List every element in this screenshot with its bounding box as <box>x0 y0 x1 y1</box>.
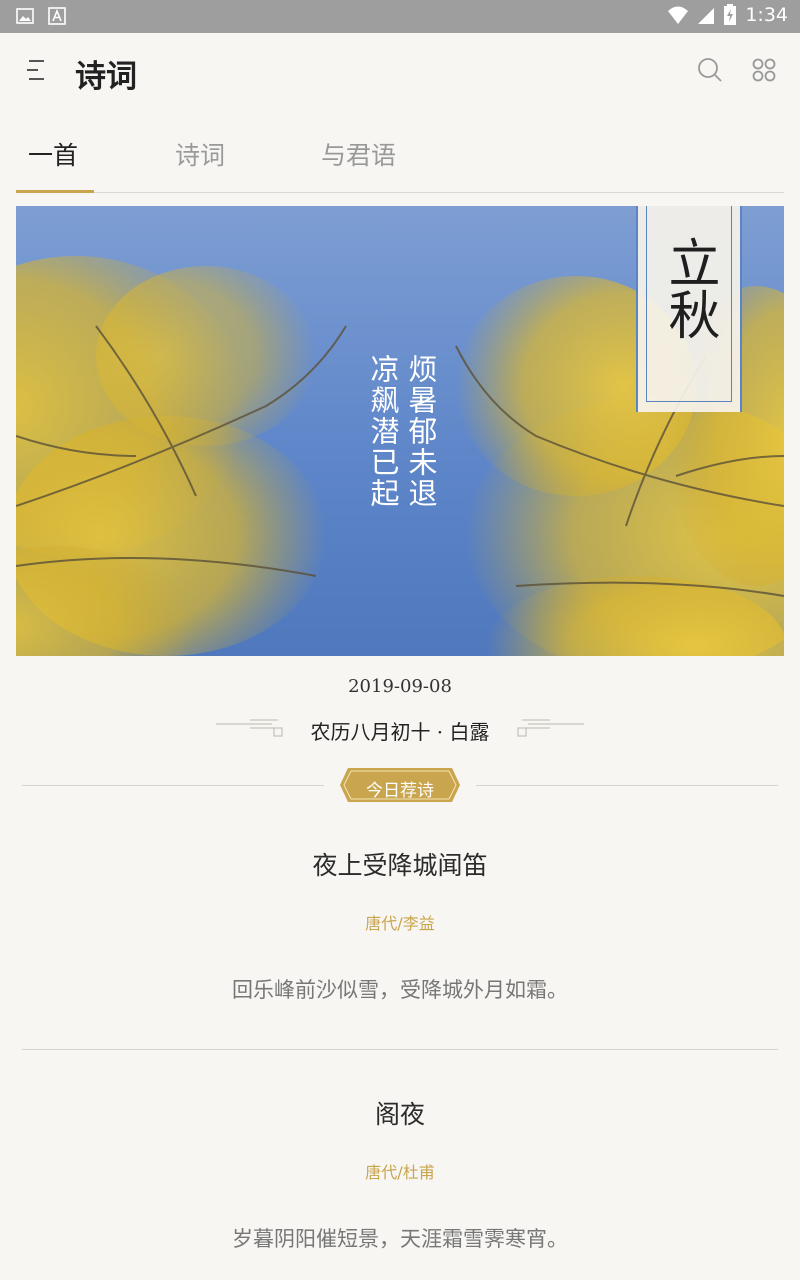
clock-time: 1:34 <box>745 4 788 26</box>
menu-icon[interactable] <box>24 57 50 83</box>
banner-poem-line-1: 烦暑郁未退 <box>404 354 438 509</box>
command-icon[interactable] <box>750 56 778 84</box>
status-bar: 1:34 <box>0 0 800 33</box>
ornament-right-icon <box>517 719 584 737</box>
gregorian-date: 2019-09-08 <box>348 676 452 697</box>
solar-term-label: 立秋 <box>659 236 719 340</box>
poem-line: 岁暮阴阳催短景，天涯霜雪霁寒宵。 <box>232 1227 568 1251</box>
recommend-header: 今日荐诗 <box>0 766 800 806</box>
font-icon <box>48 7 66 25</box>
poem-line: 回乐峰前沙似雪，受降城外月如霜。 <box>232 978 568 1002</box>
daily-banner[interactable]: 烦暑郁未退 凉飙潜已起 立秋 <box>16 206 784 656</box>
app-bar: 诗词 <box>0 33 800 109</box>
banner-poem-line-2: 凉飙潜已起 <box>366 354 400 509</box>
tab-yujunyu[interactable]: 与君语 <box>321 136 396 172</box>
poem-title: 阁夜 <box>374 1100 425 1129</box>
poem-author: 唐代/李益 <box>365 914 435 933</box>
page-title: 诗词 <box>75 59 137 95</box>
gallery-icon <box>16 8 34 24</box>
recommend-badge-label: 今日荐诗 <box>366 781 434 801</box>
divider-left <box>22 785 324 786</box>
poem-divider <box>22 1049 778 1050</box>
search-icon[interactable] <box>696 56 724 84</box>
signal-icon <box>698 8 715 24</box>
divider-right <box>476 785 778 786</box>
poem-author: 唐代/杜甫 <box>365 1163 435 1182</box>
tab-bar: 一首 诗词 与君语 <box>16 118 784 193</box>
poem-card[interactable]: 夜上受降城闻笛 唐代/李益 回乐峰前沙似雪，受降城外月如霜。 <box>0 846 800 1004</box>
tab-yishou[interactable]: 一首 <box>28 136 78 172</box>
active-tab-indicator <box>16 190 94 193</box>
recommend-badge: 今日荐诗 <box>340 768 460 802</box>
poem-title: 夜上受降城闻笛 <box>312 851 488 880</box>
tab-shici[interactable]: 诗词 <box>175 136 225 172</box>
battery-icon <box>724 4 737 25</box>
poem-card[interactable]: 阁夜 唐代/杜甫 岁暮阴阳催短景，天涯霜雪霁寒宵。 <box>0 1095 800 1253</box>
lunar-date: 农历八月初十 · 白露 <box>310 720 490 744</box>
lunar-date-row: 农历八月初十 · 白露 <box>0 712 800 746</box>
solar-term-card: 立秋 <box>636 206 742 412</box>
wifi-icon <box>668 6 689 24</box>
